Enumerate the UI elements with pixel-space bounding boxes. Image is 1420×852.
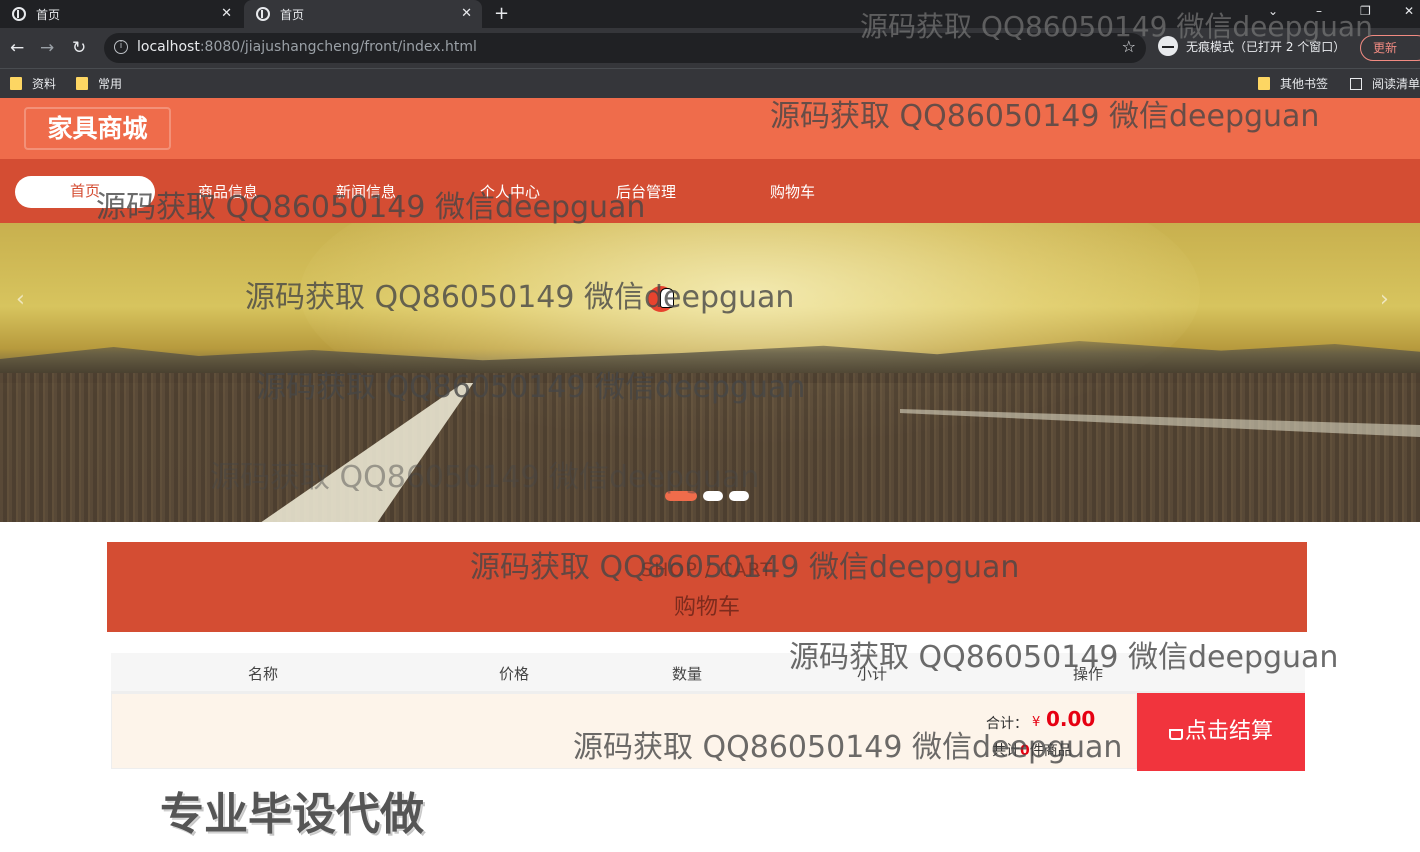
- browser-tab-active[interactable]: 首页 ✕: [244, 0, 482, 28]
- new-tab-icon[interactable]: +: [494, 3, 509, 24]
- address-bar: ← → ↻ i localhost:8080/jiajushangcheng/f…: [0, 28, 1420, 68]
- checkout-button[interactable]: 点击结算: [1137, 693, 1305, 771]
- nav-admin[interactable]: 后台管理: [616, 181, 676, 202]
- column-header: 小计: [857, 665, 888, 683]
- carousel-dot[interactable]: [703, 491, 723, 501]
- cart-icon: [1168, 729, 1183, 740]
- site-header: 家具商城: [0, 98, 1420, 159]
- tab-title: 首页: [280, 7, 305, 22]
- column-header: 价格: [499, 665, 530, 683]
- tab-search-icon[interactable]: ⌄: [1268, 4, 1278, 18]
- ad-banner-text: 专业毕设代做: [160, 789, 424, 840]
- bookmarks-bar: 资料 常用 其他书签 阅读清单: [0, 68, 1420, 98]
- column-header: 名称: [248, 665, 279, 683]
- total-label: 合计：: [986, 716, 1028, 732]
- nav-user-center[interactable]: 个人中心: [480, 181, 540, 202]
- cart-title-cn: 购物车: [673, 595, 740, 620]
- restore-icon[interactable]: ❐: [1360, 4, 1371, 18]
- nav-home[interactable]: 首页: [15, 176, 155, 208]
- column-header: 操作: [1073, 665, 1104, 683]
- main-nav: 首页 商品信息 新闻信息 个人中心 后台管理 购物车: [0, 159, 1420, 223]
- tab-title: 首页: [36, 7, 61, 22]
- carousel-next-icon[interactable]: ›: [1380, 287, 1389, 312]
- forward-icon[interactable]: →: [40, 38, 54, 58]
- bookmark-star-icon[interactable]: ☆: [1122, 37, 1136, 56]
- cart-section-header: SHOP / CART 购物车: [107, 542, 1307, 632]
- back-icon[interactable]: ←: [10, 38, 24, 58]
- carousel-dot[interactable]: [665, 491, 697, 501]
- reading-list-icon: [1350, 77, 1362, 90]
- reading-list[interactable]: 阅读清单: [1350, 75, 1420, 92]
- close-tab-icon[interactable]: ✕: [221, 6, 232, 21]
- url-text[interactable]: localhost:8080/jiajushangcheng/front/ind…: [137, 39, 477, 55]
- cart-summary-row: 合计： ¥ 0.00 共计0件商品: [111, 693, 1137, 769]
- cart-title-en: SHOP / CART: [641, 559, 773, 581]
- folder-icon: [10, 77, 22, 90]
- close-tab-icon[interactable]: ✕: [461, 6, 472, 21]
- item-count: 共计0件商品: [992, 743, 1072, 759]
- globe-icon: [12, 7, 26, 21]
- update-button[interactable]: 更新: [1360, 35, 1420, 61]
- browser-tab[interactable]: 首页 ✕: [0, 0, 242, 28]
- other-bookmarks[interactable]: 其他书签: [1258, 75, 1328, 92]
- cart-table-header: 名称 价格 数量 小计 操作: [111, 653, 1305, 693]
- hero-carousel[interactable]: ‹ ›: [0, 223, 1420, 522]
- folder-icon: [76, 77, 88, 90]
- carousel-prev-icon[interactable]: ‹: [16, 287, 25, 312]
- browser-tabbar: 首页 ✕ 首页 ✕ + ⌄ – ❐ ✕: [0, 0, 1420, 28]
- incognito-icon: [1158, 36, 1178, 56]
- page: 家具商城 首页 商品信息 新闻信息 个人中心 后台管理 购物车 ‹ › SHOP…: [0, 98, 1420, 852]
- folder-icon: [1258, 77, 1270, 90]
- incognito-indicator[interactable]: 无痕模式（已打开 2 个窗口）: [1158, 36, 1345, 56]
- info-icon[interactable]: i: [114, 40, 128, 54]
- column-header: 数量: [672, 665, 703, 683]
- site-logo[interactable]: 家具商城: [24, 107, 171, 150]
- nav-products[interactable]: 商品信息: [198, 181, 258, 202]
- hand-cursor-icon: [660, 288, 674, 308]
- url-field[interactable]: i localhost:8080/jiajushangcheng/front/i…: [104, 33, 1146, 63]
- nav-cart[interactable]: 购物车: [770, 181, 815, 202]
- bookmark-folder[interactable]: 常用: [76, 75, 122, 92]
- reload-icon[interactable]: ↻: [72, 38, 86, 58]
- minimize-icon[interactable]: –: [1316, 4, 1322, 18]
- nav-news[interactable]: 新闻信息: [336, 181, 396, 202]
- globe-icon: [256, 7, 270, 21]
- carousel-dot[interactable]: [729, 491, 749, 501]
- total-amount: 0.00: [1046, 707, 1096, 731]
- close-window-icon[interactable]: ✕: [1404, 4, 1414, 18]
- bookmark-folder[interactable]: 资料: [10, 75, 56, 92]
- carousel-indicators: [665, 491, 749, 501]
- currency-symbol: ¥: [1032, 715, 1041, 730]
